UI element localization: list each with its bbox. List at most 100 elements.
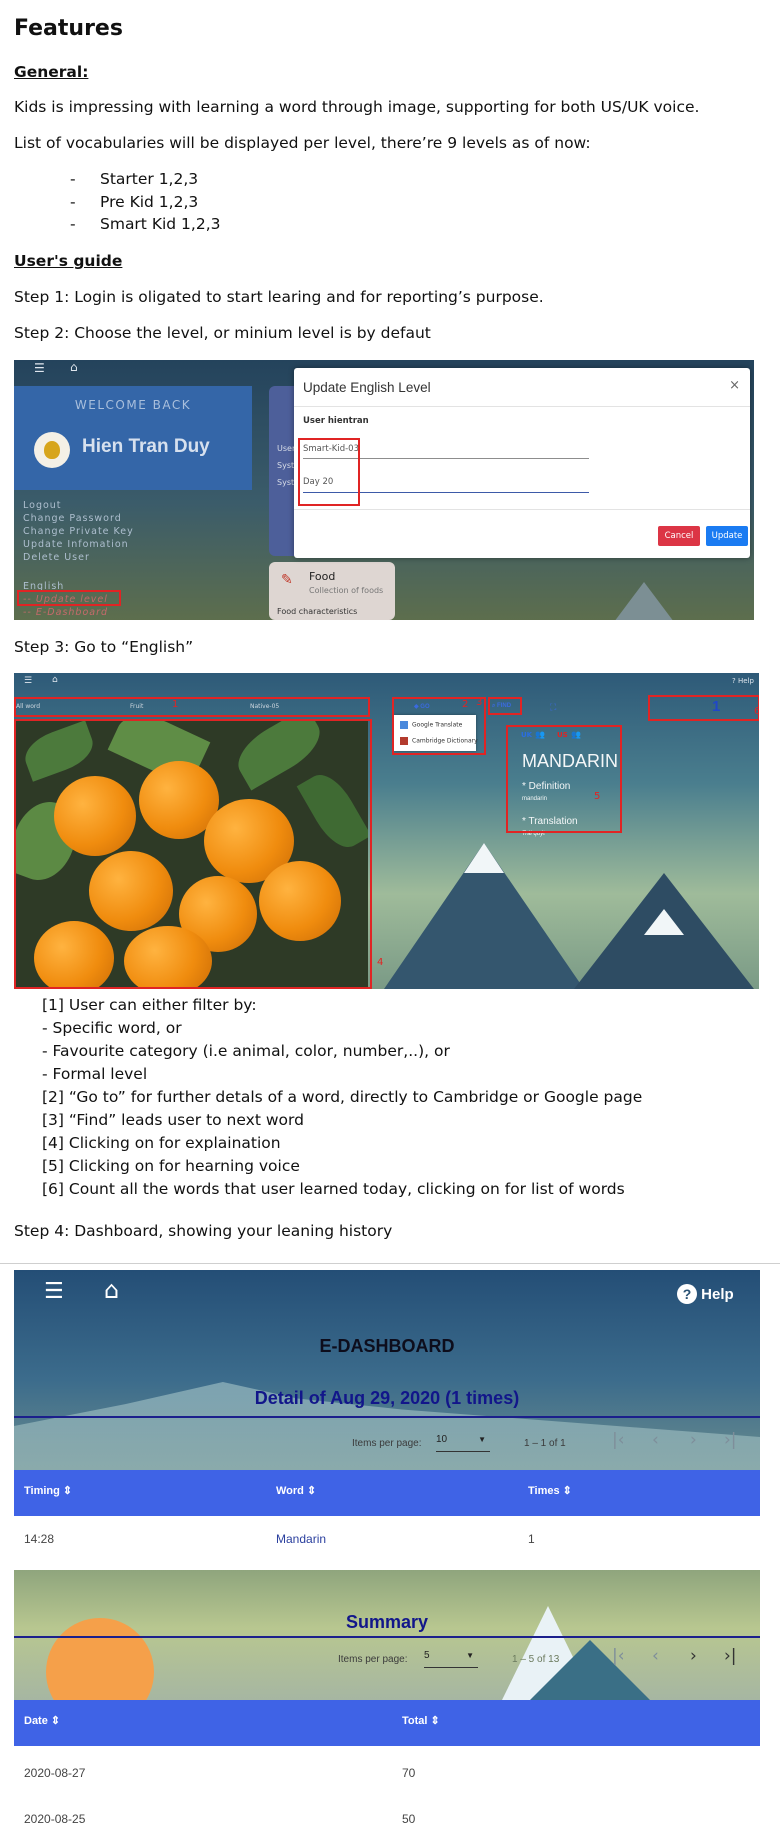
food-subtitle: Collection of foods [309, 586, 384, 595]
home-icon[interactable]: ⌂ [104, 1278, 119, 1302]
food-icon: ✎ [281, 572, 293, 588]
next-page-icon[interactable]: › [690, 1430, 697, 1450]
step-2: Step 2: Choose the level, or minium leve… [14, 324, 431, 342]
note-1a: - Specific word, or [42, 1019, 182, 1037]
next-page-icon[interactable]: › [690, 1646, 697, 1666]
step-1: Step 1: Login is oligated to start leari… [14, 288, 544, 306]
menu-change-private-key[interactable]: Change Private Key [23, 526, 134, 537]
cell-total: 50 [402, 1812, 416, 1826]
summary-table-header: Date ⇕ Total ⇕ [14, 1700, 760, 1746]
note-3: [3] “Find” leads user to next word [42, 1111, 304, 1129]
divider [0, 1263, 780, 1264]
general-paragraph-2: List of vocabularies will be displayed p… [14, 134, 591, 152]
column-word[interactable]: Word ⇕ [276, 1484, 316, 1497]
food-title: Food [309, 570, 336, 583]
note-1c: - Formal level [42, 1065, 148, 1083]
column-timing[interactable]: Timing ⇕ [24, 1484, 72, 1497]
items-per-page-label: Items per page: [338, 1654, 408, 1665]
menu-change-password[interactable]: Change Password [23, 513, 122, 524]
modal-user: User hientran [303, 416, 369, 426]
user-name: Hien Tran Duy [82, 436, 210, 457]
level-list-item: - Smart Kid 1,2,3 [70, 215, 221, 233]
count-highlight [648, 695, 759, 721]
first-page-icon[interactable]: |‹ [612, 1430, 625, 1450]
summary-page-size-select[interactable]: 5 ▼ [424, 1650, 478, 1668]
hamburger-icon: ☰ [34, 361, 45, 375]
general-paragraph-1: Kids is impressing with learning a word … [14, 98, 700, 116]
prev-page-icon[interactable]: ‹ [652, 1646, 659, 1666]
home-icon: ⌂ [70, 360, 78, 374]
chevron-down-icon: ▼ [478, 1435, 486, 1444]
note-6: [6] Count all the words that user learne… [42, 1180, 625, 1198]
last-page-icon[interactable]: ›| [724, 1430, 737, 1450]
image-highlight [14, 719, 372, 989]
column-date[interactable]: Date ⇕ [24, 1714, 60, 1727]
level-list-item: - Starter 1,2,3 [70, 170, 199, 188]
food-characteristics: Food characteristics [277, 607, 358, 616]
help-button[interactable]: ? Help [677, 1284, 734, 1304]
update-button[interactable]: Update [706, 526, 748, 546]
word-detail-highlight [506, 725, 622, 833]
note-2: [2] “Go to” for further detals of a word… [42, 1088, 643, 1106]
last-page-icon[interactable]: ›| [724, 1646, 737, 1666]
chevron-down-icon: ▼ [466, 1651, 474, 1660]
help-icon: ? [677, 1284, 697, 1304]
menu-update-information[interactable]: Update Infomation [23, 539, 129, 550]
note-1: [1] User can either filter by: [42, 996, 257, 1014]
note-1b: - Favourite category (i.e animal, color,… [42, 1042, 450, 1060]
cell-total: 70 [402, 1766, 416, 1780]
filter-highlight [14, 697, 370, 717]
highlight-box [17, 590, 121, 606]
page-title: Features [14, 16, 123, 41]
cell-date: 2020-08-25 [24, 1812, 86, 1826]
dashboard-title: E-DASHBOARD [319, 1336, 455, 1356]
update-level-screenshot: ☰ ⌂ WELCOME BACK Hien Tran Duy Logout Ch… [14, 360, 754, 620]
document: Features General: Kids is impressing wit… [0, 0, 780, 1826]
menu-e-dashboard[interactable]: -- E-Dashboard [23, 607, 108, 618]
avatar [34, 432, 70, 468]
general-heading: General: [14, 63, 89, 81]
welcome-label: WELCOME BACK [74, 398, 192, 412]
highlight-box [298, 438, 360, 506]
detail-title: Detail of Aug 29, 2020 (1 times) [254, 1388, 520, 1408]
step-3: Step 3: Go to “English” [14, 638, 194, 656]
level-list-item: - Pre Kid 1,2,3 [70, 193, 199, 211]
goto-highlight [392, 697, 486, 755]
cell-word-link[interactable]: Mandarin [276, 1532, 326, 1546]
note-5: [5] Clicking on for hearning voice [42, 1157, 300, 1175]
close-icon[interactable]: × [729, 378, 740, 393]
dashboard-screenshot: ☰ ⌂ ? Help E-DASHBOARD Detail of Aug 29,… [14, 1270, 760, 1826]
hamburger-icon[interactable]: ☰ [44, 1281, 64, 1303]
summary-range: 1 – 5 of 13 [512, 1654, 560, 1665]
menu-logout[interactable]: Logout [23, 500, 62, 511]
first-page-icon[interactable]: |‹ [612, 1646, 625, 1666]
help-icon[interactable]: ? Help [732, 675, 754, 687]
prev-page-icon[interactable]: ‹ [652, 1430, 659, 1450]
find-highlight [488, 697, 522, 715]
column-times[interactable]: Times ⇕ [528, 1484, 572, 1497]
words-learned-count[interactable]: 1 [712, 698, 720, 715]
mountain-shape [614, 582, 674, 620]
hamburger-icon[interactable]: ☰ [24, 675, 32, 687]
summary-section: Summary Items per page: 5 ▼ 1 – 5 of 13 |… [14, 1570, 760, 1700]
cell-timing: 14:28 [24, 1532, 55, 1546]
detail-page-size-select[interactable]: 10 ▼ [436, 1434, 490, 1452]
guide-heading: User's guide [14, 252, 123, 270]
step-4: Step 4: Dashboard, showing your leaning … [14, 1222, 393, 1240]
cell-times: 1 [528, 1532, 535, 1546]
modal-title: Update English Level [303, 380, 431, 395]
cell-date: 2020-08-27 [24, 1766, 86, 1780]
welcome-card: WELCOME BACK Hien Tran Duy [14, 386, 252, 490]
fullscreen-icon[interactable]: ⛶ [550, 702, 556, 713]
detail-table-header: Timing ⇕ Word ⇕ Times ⇕ [14, 1470, 760, 1516]
food-card[interactable]: ✎ Food Collection of foods Food characte… [269, 562, 395, 620]
cancel-button[interactable]: Cancel [658, 526, 700, 546]
menu-delete-user[interactable]: Delete User [23, 552, 90, 563]
home-icon[interactable]: ⌂ [52, 674, 58, 686]
note-4: [4] Clicking on for explaination [42, 1134, 281, 1152]
items-per-page-label: Items per page: [352, 1438, 422, 1449]
update-level-modal: Update English Level × User hientran Sma… [294, 368, 750, 558]
column-total[interactable]: Total ⇕ [402, 1714, 440, 1727]
detail-range: 1 – 1 of 1 [524, 1438, 566, 1449]
english-learning-screenshot: ☰ ⌂ ? Help All word Fruit Native-05 1 4 … [14, 673, 759, 989]
